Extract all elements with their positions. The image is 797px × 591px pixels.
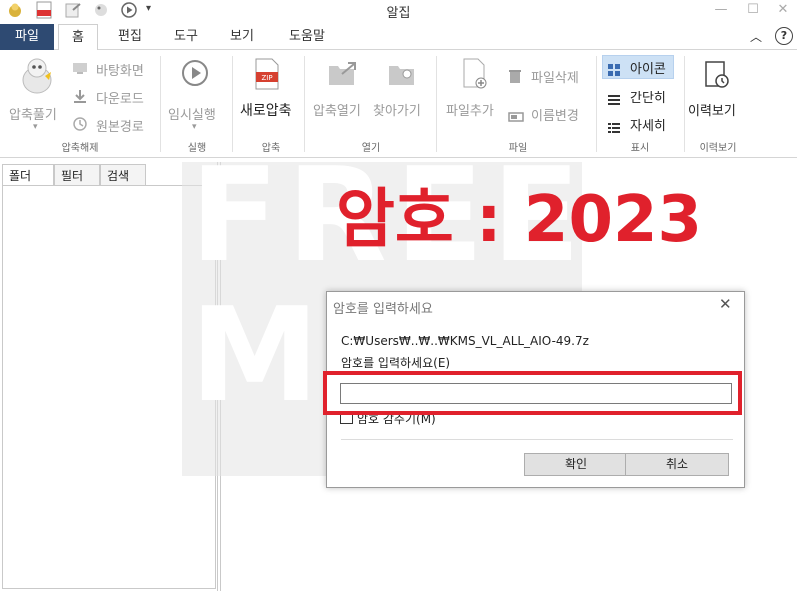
collapse-ribbon-icon[interactable]: ︿ — [750, 28, 762, 45]
detail-view-icon — [608, 119, 620, 138]
tab-help[interactable]: 도움말 — [280, 24, 334, 50]
list-view-icon — [608, 91, 620, 110]
locate-button[interactable]: 찾아가기 — [373, 100, 421, 119]
extract-mascot-icon — [18, 56, 56, 100]
dialog-divider — [341, 439, 733, 440]
tab-edit[interactable]: 편집 — [108, 24, 152, 50]
open-archive-big-icon — [328, 60, 358, 90]
ribbon-separator — [232, 56, 233, 152]
panel-tab-folder[interactable]: 폴더 — [2, 164, 54, 186]
icon-view-icon — [608, 61, 620, 80]
download-icon — [72, 88, 88, 108]
group-label-view: 표시 — [630, 143, 650, 154]
view-icons-button[interactable]: 아이콘 — [630, 58, 666, 77]
password-highlight-frame — [323, 371, 742, 415]
add-file-icon — [462, 58, 488, 94]
cancel-button[interactable]: 취소 — [625, 453, 729, 476]
tab-tools[interactable]: 도구 — [164, 24, 208, 50]
trash-icon — [508, 68, 522, 88]
new-zip-icon: ZIP — [254, 58, 280, 94]
extract-to-desktop-button[interactable]: 바탕화면 — [96, 60, 144, 79]
temp-run-button[interactable]: 임시실행 — [168, 104, 216, 123]
password-prompt-label: 암호를 입력하세요(E) — [341, 356, 451, 370]
group-label-extract: 압축해제 — [61, 143, 99, 154]
title-bar: ▾ 알집 — ☐ ✕ — [0, 0, 797, 22]
extract-to-downloads-button[interactable]: 다운로드 — [96, 88, 144, 107]
close-window-button[interactable]: ✕ — [770, 0, 796, 20]
locate-folder-icon — [388, 60, 416, 90]
tab-view[interactable]: 보기 — [220, 24, 264, 50]
view-details-button[interactable]: 자세히 — [630, 115, 666, 134]
ribbon-separator — [684, 56, 685, 152]
ribbon-separator — [304, 56, 305, 152]
history-button[interactable]: 이력보기 — [688, 100, 736, 119]
file-menu-tab[interactable]: 파일 — [0, 24, 54, 50]
dialog-close-icon[interactable]: ✕ — [719, 295, 732, 313]
history-icon — [704, 60, 730, 94]
menu-bar: 파일 홈 편집 도구 보기 도움말 ︿ ? — [0, 24, 797, 51]
dialog-title: 암호를 입력하세요 — [333, 302, 433, 317]
extract-button[interactable]: 압축풀기 — [9, 104, 57, 123]
delete-file-button[interactable]: 파일삭제 — [531, 67, 579, 86]
rename-button[interactable]: 이름변경 — [531, 105, 579, 124]
archive-path: C:₩Users₩..₩..₩KMS_VL_ALL_AIO-49.7z — [341, 334, 589, 348]
password-headline: 암호 : 2023 — [336, 183, 703, 257]
panel-tab-search[interactable]: 검색 — [100, 164, 146, 186]
ok-button[interactable]: 확인 — [524, 453, 628, 476]
desktop-icon — [72, 60, 88, 79]
extract-dropdown-icon[interactable]: ▾ — [33, 122, 38, 132]
ribbon-separator — [436, 56, 437, 152]
add-file-button[interactable]: 파일추가 — [446, 100, 494, 119]
maximize-button[interactable]: ☐ — [740, 0, 766, 20]
window-title: 알집 — [386, 6, 411, 21]
extract-to-original-path-button[interactable]: 원본경로 — [96, 116, 144, 135]
open-archive-button[interactable]: 압축열기 — [313, 100, 361, 119]
new-compress-button[interactable]: 새로압축 — [240, 100, 292, 120]
rename-icon — [508, 108, 524, 127]
ribbon-separator — [596, 56, 597, 152]
help-icon[interactable]: ? — [775, 27, 793, 45]
temp-run-dropdown-icon[interactable]: ▾ — [192, 122, 197, 132]
zip-badge-text: ZIP — [261, 74, 272, 82]
group-label-history: 이력보기 — [699, 143, 737, 154]
temp-run-icon — [180, 58, 210, 92]
tab-home[interactable]: 홈 — [58, 24, 98, 51]
minimize-button[interactable]: — — [708, 0, 734, 20]
original-path-icon — [72, 116, 88, 136]
view-simple-button[interactable]: 간단히 — [630, 87, 666, 106]
ribbon-separator — [160, 56, 161, 152]
panel-tab-filter[interactable]: 필터 — [54, 164, 100, 186]
